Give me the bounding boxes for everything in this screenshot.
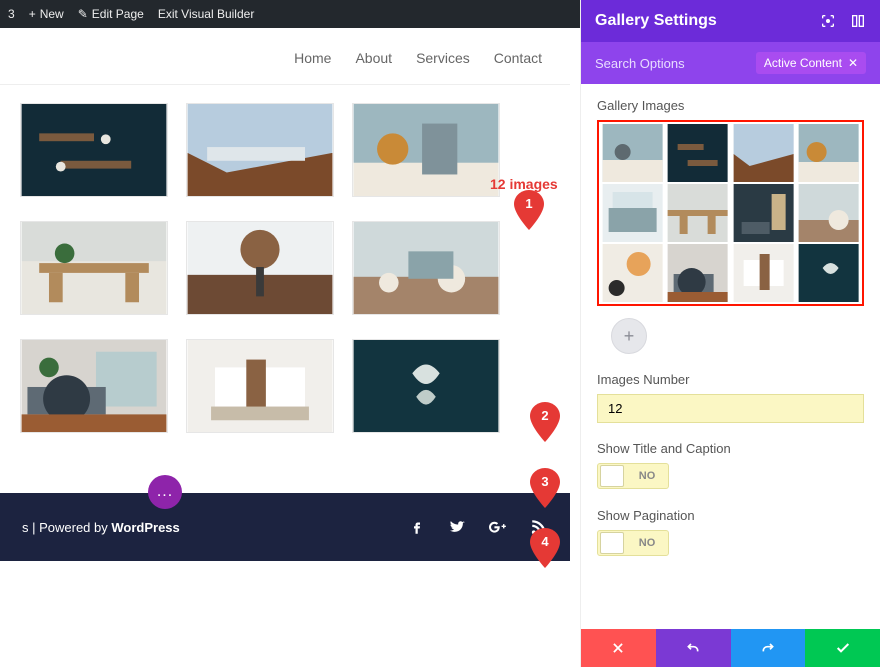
cancel-button[interactable] bbox=[581, 629, 656, 667]
thumb[interactable] bbox=[601, 244, 664, 302]
search-options[interactable]: Search Options bbox=[595, 56, 685, 71]
images-number-label: Images Number bbox=[597, 372, 864, 387]
images-number-input[interactable] bbox=[597, 394, 864, 423]
columns-icon[interactable] bbox=[850, 13, 866, 29]
new-button[interactable]: +New bbox=[29, 7, 64, 21]
nav-services[interactable]: Services bbox=[416, 50, 470, 66]
gallery-image[interactable] bbox=[20, 103, 168, 197]
annotation-pin-2: 2 bbox=[530, 402, 560, 442]
thumb[interactable] bbox=[601, 124, 664, 182]
pencil-icon: ✎ bbox=[78, 7, 88, 21]
show-title-toggle[interactable]: NO bbox=[597, 463, 669, 489]
show-pagination-toggle[interactable]: NO bbox=[597, 530, 669, 556]
comments-count[interactable]: 3 bbox=[8, 7, 15, 21]
googleplus-icon[interactable] bbox=[488, 518, 508, 536]
nav-about[interactable]: About bbox=[355, 50, 392, 66]
gallery-image[interactable] bbox=[352, 103, 500, 197]
close-icon[interactable]: ✕ bbox=[848, 56, 858, 70]
add-image-button[interactable]: + bbox=[611, 318, 647, 354]
focus-icon[interactable] bbox=[820, 13, 836, 29]
gallery-images-label: Gallery Images bbox=[597, 98, 864, 113]
nav-home[interactable]: Home bbox=[294, 50, 331, 66]
thumb[interactable] bbox=[666, 124, 729, 182]
footer-text: s | Powered by WordPress bbox=[22, 520, 180, 535]
gallery-thumbnails bbox=[597, 120, 864, 306]
gallery-image[interactable] bbox=[20, 221, 168, 315]
gallery-image[interactable] bbox=[186, 339, 334, 433]
annotation-pin-4: 4 bbox=[530, 528, 560, 568]
fab-button[interactable]: ... bbox=[148, 475, 182, 509]
thumb[interactable] bbox=[732, 124, 795, 182]
thumb[interactable] bbox=[601, 184, 664, 242]
thumb[interactable] bbox=[666, 244, 729, 302]
gallery-image[interactable] bbox=[186, 103, 334, 197]
site-footer: s | Powered by WordPress ... bbox=[0, 493, 570, 561]
show-pagination-label: Show Pagination bbox=[597, 508, 864, 523]
nav-contact[interactable]: Contact bbox=[494, 50, 542, 66]
thumb[interactable] bbox=[732, 184, 795, 242]
panel-actions bbox=[581, 629, 880, 667]
thumb[interactable] bbox=[797, 124, 860, 182]
panel-title: Gallery Settings bbox=[595, 12, 820, 30]
redo-button[interactable] bbox=[731, 629, 806, 667]
annotation-pin-3: 3 bbox=[530, 468, 560, 508]
settings-panel: Gallery Settings Search Options Active C… bbox=[580, 0, 880, 667]
gallery-image[interactable] bbox=[20, 339, 168, 433]
gallery-image[interactable] bbox=[186, 221, 334, 315]
page-main: Home About Services Contact 12 images s … bbox=[0, 28, 570, 561]
save-button[interactable] bbox=[805, 629, 880, 667]
gallery-image[interactable] bbox=[352, 221, 500, 315]
facebook-icon[interactable] bbox=[408, 518, 426, 536]
exit-visual-builder-button[interactable]: Exit Visual Builder bbox=[158, 7, 255, 21]
annotation-pin-1: 1 bbox=[514, 190, 544, 230]
panel-subheader: Search Options Active Content✕ bbox=[581, 42, 880, 84]
page-gallery bbox=[0, 85, 570, 433]
main-nav: Home About Services Contact bbox=[0, 28, 570, 85]
twitter-icon[interactable] bbox=[448, 518, 466, 536]
thumb[interactable] bbox=[797, 184, 860, 242]
thumb[interactable] bbox=[666, 184, 729, 242]
gallery-image[interactable] bbox=[352, 339, 500, 433]
undo-button[interactable] bbox=[656, 629, 731, 667]
show-title-label: Show Title and Caption bbox=[597, 441, 864, 456]
plus-icon: + bbox=[29, 7, 36, 21]
thumb[interactable] bbox=[797, 244, 860, 302]
thumb[interactable] bbox=[732, 244, 795, 302]
panel-header: Gallery Settings bbox=[581, 0, 880, 42]
active-content-tag[interactable]: Active Content✕ bbox=[756, 52, 866, 74]
edit-page-button[interactable]: ✎Edit Page bbox=[78, 7, 144, 21]
